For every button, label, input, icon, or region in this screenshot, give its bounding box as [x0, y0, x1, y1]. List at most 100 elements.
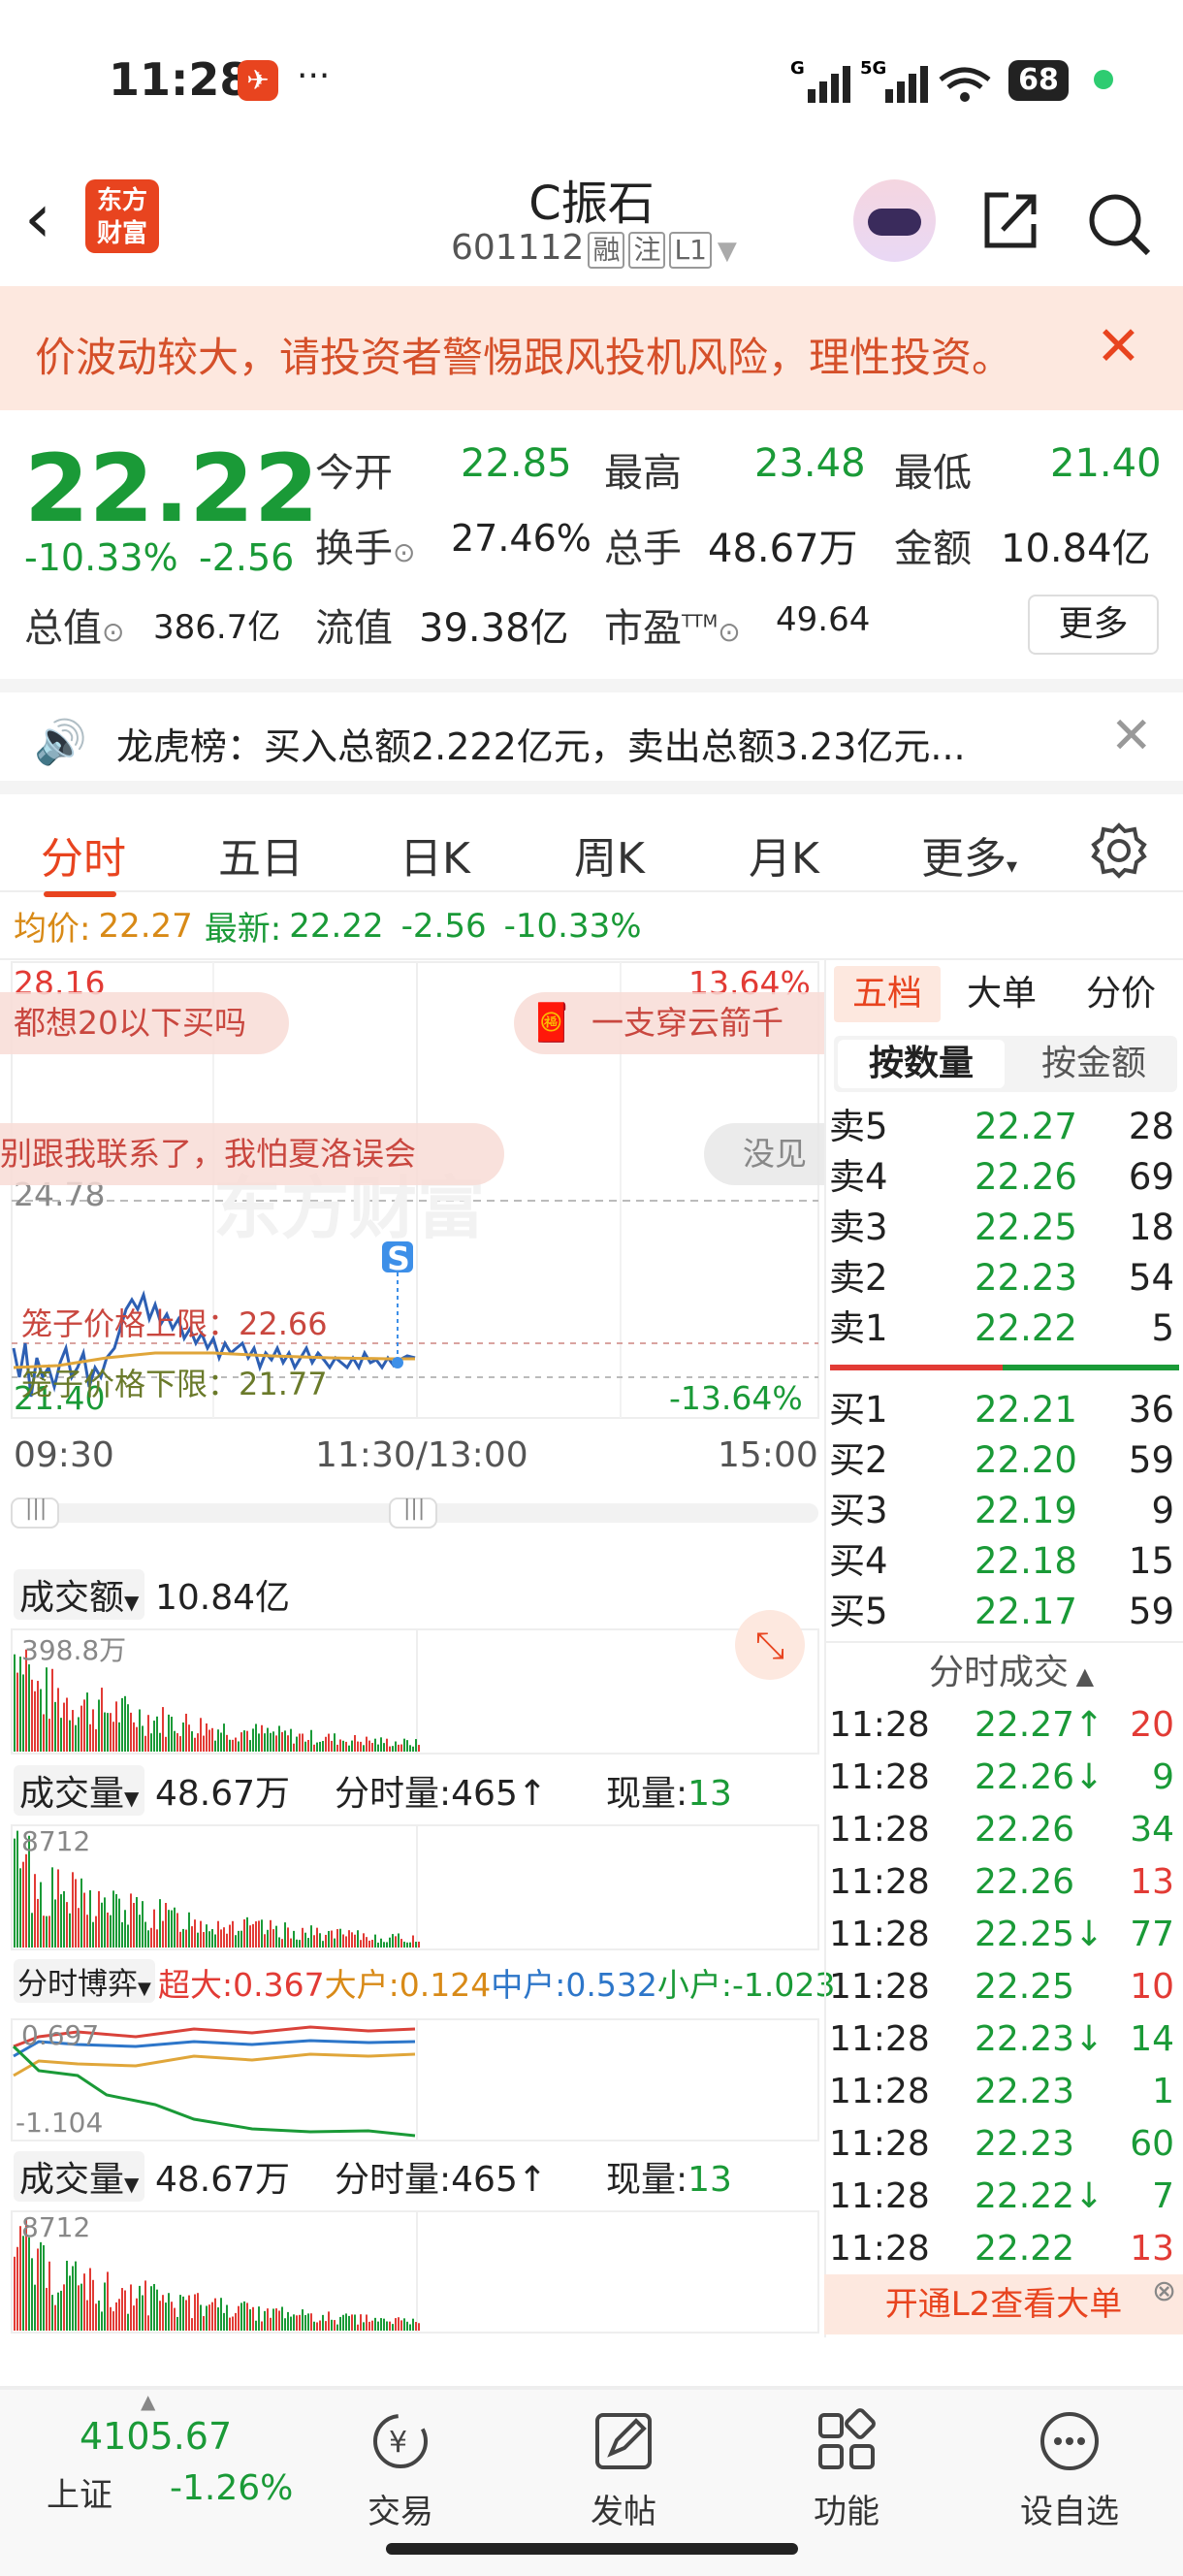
volume-bar — [383, 2318, 385, 2331]
nav-trade[interactable]: ¥ 交易 — [342, 2407, 459, 2532]
big-value: 0.124 — [399, 1966, 492, 2004]
volume-bar — [258, 1733, 260, 1752]
deal-row[interactable]: 11:28 22.26↓ 9 — [829, 1752, 1178, 1804]
volume-bar — [98, 2301, 100, 2331]
tab-more[interactable]: 更多▾ — [921, 823, 1017, 886]
l2-upgrade-banner[interactable]: 开通L2查看大单 — [824, 2274, 1183, 2334]
deal-row[interactable]: 11:28 22.26 13 — [829, 1856, 1178, 1909]
deals-title[interactable]: 分时成交 ▲ — [929, 1644, 1094, 1694]
tab-intraday[interactable]: 分时 — [41, 823, 126, 886]
volume-bar — [98, 1890, 100, 1948]
nav-add-watchlist[interactable]: 设自选 — [1011, 2407, 1128, 2532]
volume-bar — [220, 1929, 222, 1948]
deal-row[interactable]: 11:28 22.23↓ 14 — [829, 2013, 1178, 2066]
volume-bar — [197, 1932, 199, 1948]
volume-bar — [261, 1724, 263, 1752]
volume-bar — [302, 2309, 304, 2331]
deal-row[interactable]: 11:28 22.26 34 — [829, 1804, 1178, 1856]
volume-bar — [226, 1734, 228, 1752]
danmu-bubble[interactable]: 别跟我联系了，我怕夏洛误会 — [0, 1123, 504, 1185]
assistant-avatar[interactable] — [853, 179, 936, 262]
volume-bar — [395, 1936, 397, 1948]
expand-icon[interactable]: ⤡ — [735, 1610, 805, 1680]
volume-bar — [240, 1930, 242, 1948]
tab-five-day[interactable]: 五日 — [218, 823, 304, 886]
volume-bar — [16, 1672, 18, 1752]
deal-row[interactable]: 11:28 22.25↓ 77 — [829, 1909, 1178, 1961]
info-icon[interactable]: ⊙ — [393, 536, 415, 568]
sell-row[interactable]: 卖1 22.22 5 — [829, 1304, 1178, 1354]
tab-five-level[interactable]: 五档 — [834, 966, 941, 1022]
search-icon[interactable] — [1084, 189, 1152, 257]
close-icon[interactable]: ⊗ — [1152, 2274, 1176, 2308]
volume-bar — [139, 2285, 141, 2331]
danmu-bubble[interactable]: 没见 — [704, 1123, 824, 1185]
volume-bar — [296, 1736, 298, 1752]
sell-row-col1: 卖2 — [829, 1257, 888, 1299]
more-dots-icon — [1040, 2412, 1099, 2470]
sub-tab-by-qty[interactable]: 按数量 — [838, 1040, 1005, 1088]
tab-big-order[interactable]: 大单 — [967, 966, 1037, 1022]
buy-row[interactable]: 买1 22.21 36 — [829, 1385, 1178, 1435]
info-icon[interactable]: ⊙ — [718, 616, 740, 648]
dragon-list-banner[interactable]: 🔊 龙虎榜：买入总额2.222亿元，卖出总额3.23亿元... ✕ — [0, 679, 1183, 781]
buy-row[interactable]: 买2 22.20 59 — [829, 1435, 1178, 1486]
sell-row[interactable]: 卖3 22.25 18 — [829, 1203, 1178, 1253]
stock-code-row[interactable]: 601112 融注 L1 ▼ — [451, 228, 737, 269]
tab-day-k[interactable]: 日K — [400, 823, 470, 886]
sell-row[interactable]: 卖2 22.23 54 — [829, 1253, 1178, 1304]
trade-marker[interactable]: S — [386, 1240, 411, 1277]
game-selector[interactable]: 分时博弈▼ — [14, 1959, 155, 2003]
volume-bar — [310, 2313, 312, 2331]
volume-bar — [261, 2321, 263, 2331]
volume-bar — [92, 1709, 94, 1752]
chart-tabs: 分时 五日 日K 周K 月K 更多▾ — [0, 781, 1183, 897]
buy-row[interactable]: 买3 22.19 9 — [829, 1486, 1178, 1536]
volume2-selector[interactable]: 成交量▼ — [14, 2151, 145, 2202]
more-button[interactable]: 更多 — [1028, 595, 1159, 655]
volume-selector[interactable]: 成交量▼ — [14, 1765, 145, 1816]
intraday-chart-area[interactable]: 28.16 13.64% 24.78 21.40 -13.64% 东方财富 S … — [0, 960, 835, 2337]
volume-bar — [28, 2237, 30, 2331]
tab-month-k[interactable]: 月K — [749, 823, 819, 886]
close-icon[interactable]: ✕ — [1110, 707, 1153, 765]
deal-row[interactable]: 11:28 22.23 1 — [829, 2066, 1178, 2118]
volume-bar — [351, 1932, 353, 1948]
volume-bar — [368, 1940, 370, 1948]
volume-bar — [144, 2280, 146, 2331]
volume-bar — [40, 1689, 42, 1752]
tab-week-k[interactable]: 周K — [574, 823, 645, 886]
volume-bar — [240, 1732, 242, 1752]
amount-selector[interactable]: 成交额▼ — [14, 1569, 145, 1620]
close-icon[interactable]: ✕ — [1096, 315, 1141, 378]
buy-row[interactable]: 买4 22.18 15 — [829, 1536, 1178, 1587]
volume-bar — [208, 1931, 210, 1948]
deal-row[interactable]: 11:28 22.25 10 — [829, 1961, 1178, 2013]
deal-row[interactable]: 11:28 22.22↓ 7 — [829, 2171, 1178, 2223]
index-value[interactable]: 4105.67 — [80, 2415, 232, 2458]
tab-price-dist[interactable]: 分价 — [1086, 966, 1156, 1022]
deal-row[interactable]: 11:28 22.22 13 — [829, 2223, 1178, 2275]
deal-row[interactable]: 11:28 22.27↑ 20 — [829, 1699, 1178, 1752]
nav-functions[interactable]: 功能 — [788, 2407, 905, 2532]
slider-handle-left[interactable]: ||| — [25, 1497, 47, 1521]
sell-row[interactable]: 卖4 22.26 69 — [829, 1152, 1178, 1203]
info-icon[interactable]: ⊙ — [102, 616, 124, 648]
sub-tab-by-amount[interactable]: 按金额 — [1010, 1040, 1177, 1088]
buy-row[interactable]: 买5 22.17 59 — [829, 1587, 1178, 1637]
index-change[interactable]: -1.26% — [170, 2468, 293, 2508]
nav-post[interactable]: 发帖 — [565, 2407, 682, 2532]
gear-icon[interactable] — [1090, 821, 1148, 880]
volume-bar — [386, 2321, 388, 2331]
danmu-bubble[interactable]: 都想20以下买吗 — [0, 992, 289, 1054]
sell-row[interactable]: 卖5 22.27 28 — [829, 1102, 1178, 1152]
buy-row-col2: 22.21 — [975, 1389, 1077, 1431]
slider-handle-right[interactable]: ||| — [403, 1497, 425, 1521]
deal-row[interactable]: 11:28 22.23 60 — [829, 2118, 1178, 2171]
index-name[interactable]: 上证 — [47, 2468, 112, 2516]
deal-row-col2: 22.23 — [975, 2124, 1075, 2164]
volume-bar — [389, 2321, 391, 2331]
share-icon[interactable] — [979, 189, 1041, 251]
volume-bar — [299, 1940, 301, 1948]
volume-bar — [176, 1733, 178, 1752]
